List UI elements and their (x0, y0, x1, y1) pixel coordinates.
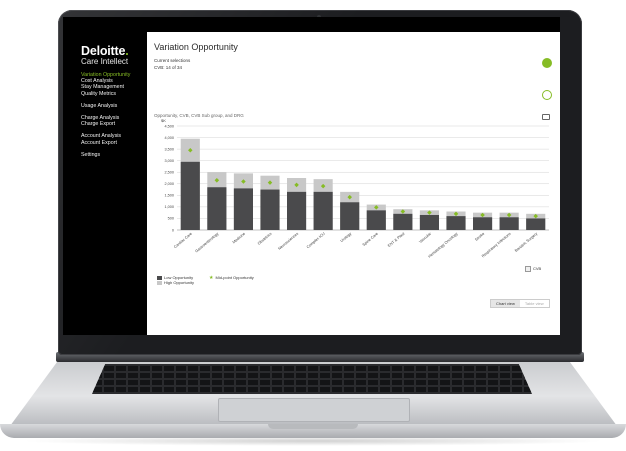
y-tick-label: 500 (168, 217, 174, 221)
x-tick-label: Obstetrics (257, 232, 273, 246)
export-button[interactable]: CVB (525, 266, 541, 272)
brand-logo: Deloitte. (81, 44, 129, 58)
bar-low-3 (260, 189, 280, 230)
filter-icon[interactable] (542, 58, 552, 68)
legend-mid-label: Mid-point Opportunity (215, 275, 254, 280)
bar-low-9 (419, 214, 439, 230)
export-label: CVB (533, 266, 542, 272)
bar-low-10 (446, 216, 466, 230)
brand-dot: . (125, 44, 129, 58)
y-axis-label: $K (161, 118, 166, 123)
bar-low-0 (180, 161, 200, 230)
x-tick-label: Medicine (232, 232, 246, 245)
lid-notch (268, 424, 358, 429)
bar-low-2 (233, 188, 253, 230)
trackpad (218, 398, 410, 422)
x-tick-label: Stroke (474, 232, 485, 242)
x-tick-label: Urology (340, 232, 353, 244)
table-view-button[interactable]: Table view (519, 300, 549, 307)
x-tick-label: ENT & Plast (387, 231, 406, 248)
view-toggle: Chart view Table view (490, 299, 550, 308)
current-selections-value[interactable]: CVB: 14 of 34 (154, 65, 182, 70)
y-tick-label: 3,000 (164, 159, 174, 163)
sidebar-item-quality-metrics[interactable]: Quality Metrics (81, 91, 147, 98)
export-icon (525, 266, 531, 272)
main-panel: Variation Opportunity Current selections… (147, 32, 560, 335)
y-tick-label: 2,500 (164, 171, 174, 175)
x-tick-label: Complex ICU (306, 232, 326, 250)
star-icon: ★ (209, 275, 214, 281)
y-tick-label: 4,000 (164, 136, 174, 140)
sidebar-item-charge-export[interactable]: Charge Export (81, 121, 147, 128)
legend-high-label: High Opportunity (164, 280, 195, 285)
bar-low-8 (393, 213, 413, 230)
legend-mid: ★ Mid-point Opportunity (209, 275, 254, 281)
bar-low-13 (526, 218, 546, 230)
x-tick-label: Respiratory Infections (481, 232, 512, 259)
x-tick-label: Neurosciences (277, 232, 299, 251)
sidebar: Deloitte. Care Intellect Variation Oppor… (63, 17, 147, 335)
keyboard (92, 364, 532, 394)
sidebar-item-account-export[interactable]: Account Export (81, 140, 147, 147)
legend-high: High Opportunity (157, 280, 194, 285)
bar-low-6 (340, 202, 360, 230)
bar-low-1 (207, 187, 227, 230)
x-tick-label: Vascular (418, 231, 432, 244)
brand-name: Deloitte (81, 44, 126, 58)
bar-low-12 (499, 217, 519, 230)
screen: Deloitte. Care Intellect Variation Oppor… (63, 17, 560, 335)
y-tick-label: 2,000 (164, 182, 174, 186)
page-title: Variation Opportunity (154, 42, 238, 52)
y-tick-label: 4,500 (164, 124, 174, 128)
sidebar-item-usage-analysis[interactable]: Usage Analysis (81, 103, 147, 110)
x-tick-label: Spine Care (362, 232, 379, 247)
bar-low-4 (287, 191, 307, 230)
y-tick-label: 1,500 (164, 194, 174, 198)
current-selections-label: Current selections (154, 58, 191, 63)
y-tick-label: 3,500 (164, 147, 174, 151)
bar-low-11 (473, 217, 493, 230)
x-tick-label: Cardiac Care (173, 232, 193, 249)
product-name: Care Intellect (81, 57, 129, 66)
y-tick-label: 0 (172, 228, 174, 232)
refresh-icon[interactable] (542, 90, 552, 100)
x-tick-label: Bariatric Surgery (514, 232, 538, 253)
laptop-scene: Deloitte. Care Intellect Variation Oppor… (0, 0, 626, 451)
opportunity-chart: $K 0 500 1,000 1,500 2,000 2,500 3,000 3,500 4,00… (161, 118, 549, 259)
sidebar-item-settings[interactable]: Settings (81, 152, 147, 159)
chart-view-button[interactable]: Chart view (491, 300, 520, 307)
bar-low-7 (366, 210, 386, 230)
y-tick-label: 1,000 (164, 205, 174, 209)
x-tick-label: Hematology Oncology (427, 232, 458, 259)
bar-low-5 (313, 191, 333, 230)
x-tick-label: Gastroenterology (195, 232, 220, 254)
